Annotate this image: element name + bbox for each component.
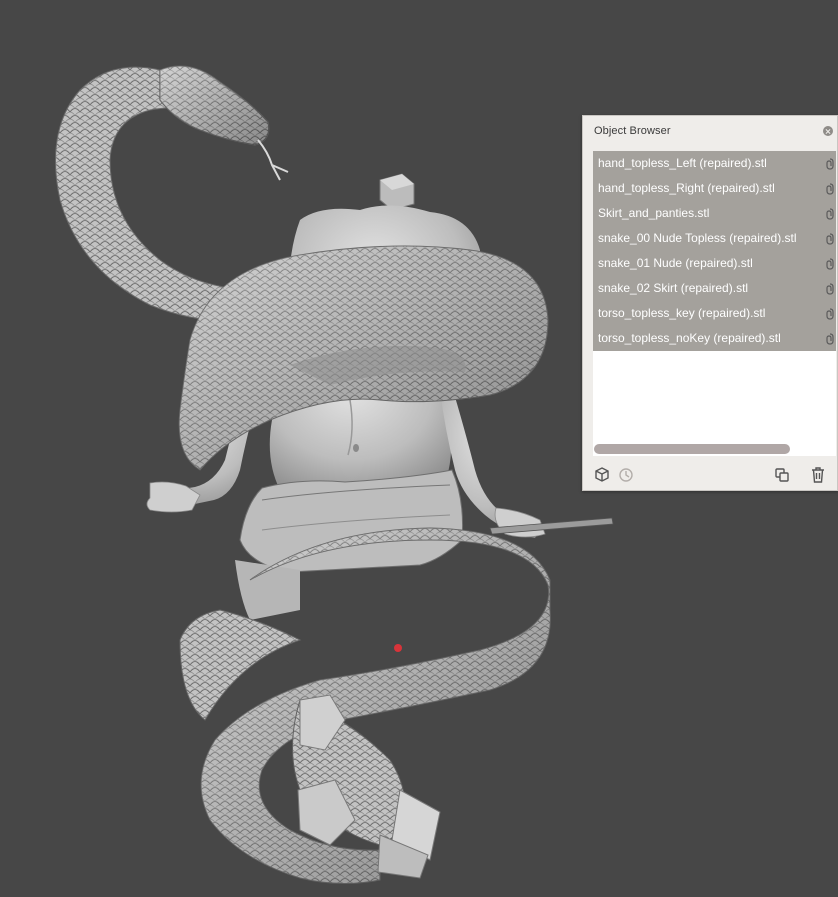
panel-title-bar[interactable]: Object Browser [583, 116, 837, 146]
list-item[interactable]: torso_topless_key (repaired).stl [593, 301, 836, 326]
panel-toolbar [583, 462, 837, 486]
list-item-label: torso_topless_noKey (repaired).stl [598, 331, 781, 345]
link-icon[interactable] [823, 257, 835, 270]
panel-title: Object Browser [594, 125, 671, 137]
list-item-label: hand_topless_Right (repaired).stl [598, 181, 775, 195]
list-item-label: snake_01 Nude (repaired).stl [598, 256, 753, 270]
pivot-marker[interactable] [394, 644, 402, 652]
object-browser-panel: Object Browser hand_topless_Left (repair… [582, 115, 838, 491]
list-item[interactable]: hand_topless_Right (repaired).stl [593, 176, 836, 201]
link-icon[interactable] [823, 332, 835, 345]
horizontal-scrollbar[interactable] [594, 444, 790, 454]
list-item-label: torso_topless_key (repaired).stl [598, 306, 766, 320]
link-icon[interactable] [823, 232, 835, 245]
close-icon[interactable] [823, 126, 833, 136]
link-icon[interactable] [823, 207, 835, 220]
list-item-label: hand_topless_Left (repaired).stl [598, 156, 767, 170]
clock-icon[interactable] [617, 466, 635, 484]
object-list[interactable]: hand_topless_Left (repaired).stl hand_top… [593, 151, 836, 456]
trash-icon[interactable] [809, 466, 827, 484]
list-item[interactable]: snake_02 Skirt (repaired).stl [593, 276, 836, 301]
list-item[interactable]: torso_topless_noKey (repaired).stl [593, 326, 836, 351]
list-item[interactable]: Skirt_and_panties.stl [593, 201, 836, 226]
list-item-label: snake_00 Nude Topless (repaired).stl [598, 231, 797, 245]
list-item[interactable]: hand_topless_Left (repaired).stl [593, 151, 836, 176]
link-icon[interactable] [823, 157, 835, 170]
list-item[interactable]: snake_01 Nude (repaired).stl [593, 251, 836, 276]
list-item-label: Skirt_and_panties.stl [598, 206, 710, 220]
duplicate-icon[interactable] [773, 466, 791, 484]
list-item-label: snake_02 Skirt (repaired).stl [598, 281, 749, 295]
link-icon[interactable] [823, 282, 835, 295]
list-item[interactable]: snake_00 Nude Topless (repaired).stl [593, 226, 836, 251]
link-icon[interactable] [823, 307, 835, 320]
cube-icon[interactable] [593, 466, 611, 484]
link-icon[interactable] [823, 182, 835, 195]
